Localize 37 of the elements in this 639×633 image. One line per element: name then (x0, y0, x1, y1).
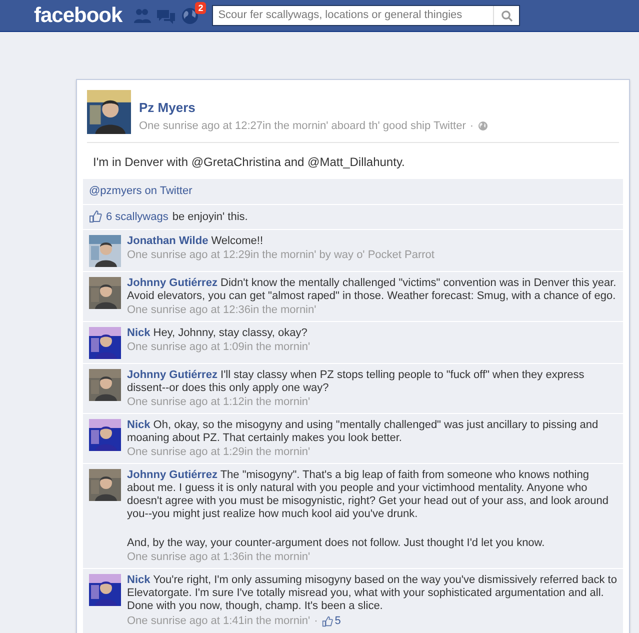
commenter-name[interactable]: Nick (127, 419, 150, 431)
likers-link[interactable]: 6 scallywags (106, 208, 168, 225)
commenter-name[interactable]: Jonathan Wilde (127, 235, 208, 247)
commenter-name[interactable]: Johnny Gutiérrez (127, 369, 218, 381)
likes-text: be enjoyin' this. (172, 210, 248, 224)
author-name[interactable]: Pz Myers (139, 98, 488, 118)
commenter-name[interactable]: Johnny Gutiérrez (127, 277, 218, 289)
commenter-name[interactable]: Johnny Gutiérrez (127, 469, 218, 481)
comment-text: Jonathan Wilde Welcome!! (127, 235, 264, 248)
separator: · (314, 614, 318, 628)
globe-icon[interactable] (180, 6, 200, 26)
notification-badge: 2 (195, 2, 206, 14)
comment-meta: One sunrise ago at 1:29in the mornin' (127, 445, 310, 459)
search-field[interactable]: Scour fer scallywags, locations or general thingies (212, 5, 520, 26)
comment-meta: One sunrise ago at 1:12in the mornin' (127, 395, 310, 409)
search-icon (500, 10, 513, 22)
comment-text: Johnny Gutiérrez I'll stay classy when PZ stops telling people to "fuck off" when they express dissent--or does this only apply one way? (127, 369, 586, 395)
comment-likes[interactable]: 5 (322, 613, 341, 630)
comment-meta: One sunrise ago at 1:41in the mornin' (127, 614, 310, 628)
post-meta: One sunrise ago at 12:27in the mornin' aboard th' good ship Twitter (139, 118, 466, 134)
thumbs-up-icon (89, 210, 102, 224)
comment-text: Nick Oh, okay, so the misogyny and using "mentally challenged" was just ancillary to pissing and moaning about PZ. That certainly makes you look better. (127, 419, 600, 445)
commenter-name[interactable]: Nick (127, 327, 150, 339)
comment-text: Johnny Gutiérrez The "misogyny". That's a big leap of faith from someone who knows nothing about me. I guess it is only natural with you people and your victimhood mentality. Anyone who doesn't agree with you must be misogynistic, right? Get your head out of your ass, and look around you--you might just realize how much kool aid you've drunk. (127, 469, 610, 521)
globe-icon (478, 120, 488, 131)
comment-meta: One sunrise ago at 12:29in the mornin' by way o' Pocket Parrot (127, 248, 434, 262)
comment-text: Nick Hey, Johnny, stay classy, okay? (127, 327, 308, 340)
comment-meta: One sunrise ago at 12:36in the mornin' (127, 303, 316, 317)
commenter-name[interactable]: Nick (127, 574, 150, 586)
separator: · (470, 118, 474, 134)
logo[interactable]: facebook (34, 0, 122, 32)
source-link[interactable]: @pzmyers on Twitter (89, 185, 192, 197)
comment-meta: One sunrise ago at 1:09in the mornin' (127, 340, 310, 354)
comment-text: Nick You're right, I'm only assuming misogyny based on the way you've dismissively referred back to Elevatorgate. I'm sure I've totally misread you, what with your sophisticated argumentation and all. Done with you now, though, champ. It's been a slice. (127, 574, 617, 613)
comment-paragraph: And, by the way, your counter-argument does not follow. Just thought I'd let you know. (127, 537, 546, 550)
comment-text: Johnny Gutiérrez Didn't know the mentally challenged "victims" convention was in Denver this year. Avoid elevators, you can get "almost raped" in those. Weather forecast: Smug, with a chance of ego. (127, 277, 617, 303)
comment-meta: One sunrise ago at 1:36in the mornin' (127, 550, 310, 564)
